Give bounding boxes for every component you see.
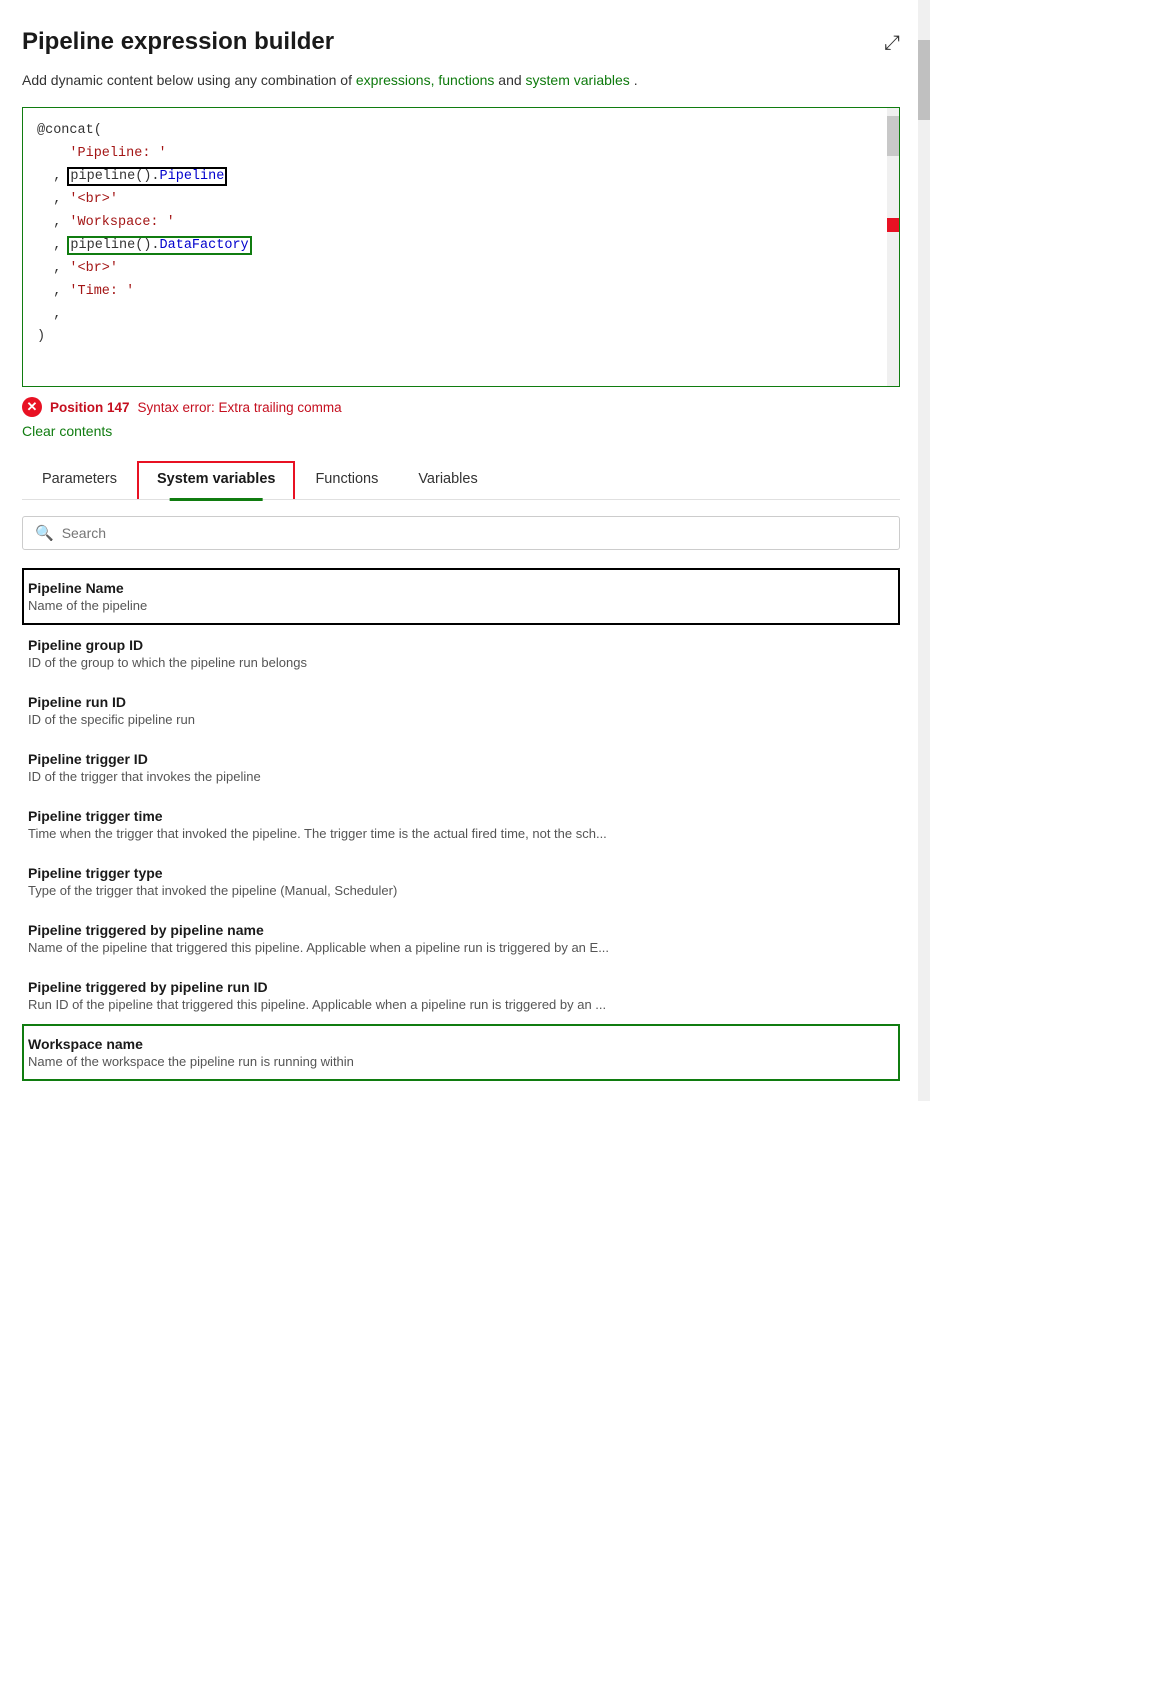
variable-name: Pipeline triggered by pipeline name xyxy=(28,922,894,938)
variable-item[interactable]: Pipeline trigger time Time when the trigg… xyxy=(22,796,900,853)
code-editor[interactable]: @concat( 'Pipeline: ' , pipeline().Pipel… xyxy=(22,107,900,387)
search-icon: 🔍 xyxy=(35,524,54,542)
variable-list: Pipeline NameName of the pipelinePipelin… xyxy=(22,568,900,1081)
tab-variables[interactable]: Variables xyxy=(398,461,497,499)
editor-scrollbar-error-indicator xyxy=(887,218,899,232)
variable-description: Run ID of the pipeline that triggered th… xyxy=(28,997,894,1012)
variable-name: Pipeline trigger time xyxy=(28,808,894,824)
error-icon: ✕ xyxy=(22,397,42,417)
variable-description: Name of the workspace the pipeline run i… xyxy=(28,1054,894,1069)
variable-item[interactable]: Pipeline run ID ID of the specific pipeli… xyxy=(22,682,900,739)
system-variables-link[interactable]: system variables xyxy=(526,72,630,88)
tab-parameters[interactable]: Parameters xyxy=(22,461,137,499)
variable-name: Pipeline group ID xyxy=(28,637,894,653)
error-position: Position 147 xyxy=(50,400,130,415)
variable-item[interactable]: Pipeline group ID ID of the group to whic… xyxy=(22,625,900,682)
variable-name: Pipeline run ID xyxy=(28,694,894,710)
scrollbar-thumb[interactable] xyxy=(918,40,930,120)
tab-system-variables[interactable]: System variables xyxy=(137,461,296,499)
variable-item[interactable]: Pipeline triggered by pipeline name Name … xyxy=(22,910,900,967)
variable-description: ID of the specific pipeline run xyxy=(28,712,894,727)
page-title: Pipeline expression builder xyxy=(22,28,334,56)
search-input[interactable] xyxy=(62,525,887,541)
variable-name: Workspace name xyxy=(28,1036,894,1052)
variable-description: Type of the trigger that invoked the pip… xyxy=(28,883,894,898)
title-row: Pipeline expression builder ⤢ xyxy=(22,28,900,56)
editor-scrollbar-track[interactable] xyxy=(887,108,899,386)
variable-name: Pipeline Name xyxy=(28,580,894,596)
variable-name: Pipeline trigger ID xyxy=(28,751,894,767)
variable-description: Name of the pipeline that triggered this… xyxy=(28,940,894,955)
editor-scrollbar-thumb[interactable] xyxy=(887,116,899,156)
subtitle: Add dynamic content below using any comb… xyxy=(22,70,900,91)
tabs-row: Parameters System variables Functions Va… xyxy=(22,461,900,500)
variable-item[interactable]: Pipeline Name Name of the pipeline xyxy=(22,568,900,625)
variable-item[interactable]: Pipeline trigger type Type of the trigger… xyxy=(22,853,900,910)
variable-name: Pipeline trigger type xyxy=(28,865,894,881)
variable-item[interactable]: Workspace name Name of the workspace the … xyxy=(22,1024,900,1081)
variable-item[interactable]: Pipeline trigger ID ID of the trigger tha… xyxy=(22,739,900,796)
error-message: Syntax error: Extra trailing comma xyxy=(138,400,342,415)
search-box: 🔍 xyxy=(22,516,900,550)
variable-name: Pipeline triggered by pipeline run ID xyxy=(28,979,894,995)
variable-description: ID of the group to which the pipeline ru… xyxy=(28,655,894,670)
expand-icon[interactable]: ⤢ xyxy=(884,32,900,55)
expressions-functions-link[interactable]: expressions, functions xyxy=(356,72,495,88)
error-row: ✕ Position 147 Syntax error: Extra trail… xyxy=(22,397,900,417)
variable-description: Time when the trigger that invoked the p… xyxy=(28,826,894,841)
variable-description: ID of the trigger that invokes the pipel… xyxy=(28,769,894,784)
tab-functions[interactable]: Functions xyxy=(295,461,398,499)
page-scrollbar[interactable] xyxy=(918,0,930,1101)
clear-contents-button[interactable]: Clear contents xyxy=(22,423,112,439)
variable-description: Name of the pipeline xyxy=(28,598,894,613)
variable-item[interactable]: Pipeline triggered by pipeline run ID Run… xyxy=(22,967,900,1024)
